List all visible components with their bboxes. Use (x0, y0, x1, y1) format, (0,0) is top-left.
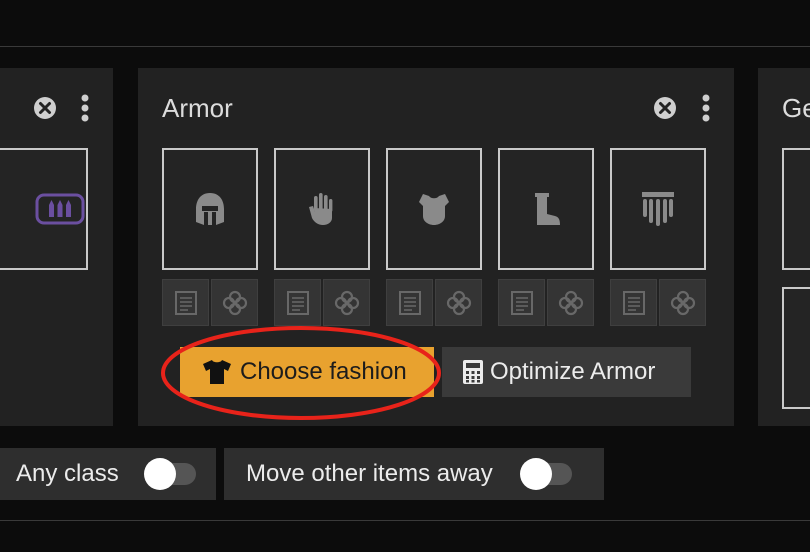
mod-page-icon (286, 290, 309, 315)
chest-mod-slot[interactable] (386, 279, 433, 326)
optimize-armor-button[interactable]: Optimize Armor (442, 347, 691, 397)
move-items-toggle[interactable] (520, 458, 572, 490)
optimize-armor-label: Optimize Armor (490, 358, 656, 385)
armor-card-title: Armor (162, 93, 233, 123)
legs-ornament-slot[interactable] (547, 279, 594, 326)
mod-page-icon (174, 290, 197, 315)
any-class-label: Any class (16, 460, 119, 487)
gauntlet-icon (309, 193, 333, 225)
chest-slot[interactable] (386, 148, 482, 270)
move-items-filter[interactable]: Move other items away (224, 448, 604, 500)
top-divider (0, 46, 810, 47)
boot-icon (535, 193, 560, 225)
close-icon[interactable] (33, 96, 57, 125)
chest-armor-icon (419, 194, 449, 225)
toggle-knob (520, 458, 552, 490)
mod-page-icon (398, 290, 421, 315)
mod-page-icon (622, 290, 645, 315)
legs-mod-slot[interactable] (498, 279, 545, 326)
ornament-knot-icon (446, 290, 471, 315)
calculator-icon (463, 360, 483, 384)
highlight-ellipse (161, 326, 441, 420)
class-item-icon (642, 192, 674, 226)
close-icon[interactable] (653, 96, 677, 125)
right-card-slot-2[interactable] (782, 287, 810, 409)
helmet-ornament-slot[interactable] (211, 279, 258, 326)
ornament-knot-icon (334, 290, 359, 315)
bottom-divider (0, 520, 810, 521)
class-item-mod-slot[interactable] (610, 279, 657, 326)
helmet-slot[interactable] (162, 148, 258, 270)
toggle-knob (144, 458, 176, 490)
any-class-filter[interactable]: Any class (0, 448, 216, 500)
move-items-label: Move other items away (246, 460, 493, 487)
ammo-slot[interactable] (0, 148, 88, 270)
ornament-knot-icon (222, 290, 247, 315)
chest-ornament-slot[interactable] (435, 279, 482, 326)
left-card-partial (0, 68, 113, 426)
gauntlets-slot[interactable] (274, 148, 370, 270)
legs-slot[interactable] (498, 148, 594, 270)
more-options-icon[interactable] (80, 94, 90, 127)
helmet-icon (196, 193, 224, 225)
mod-page-icon (510, 290, 533, 315)
any-class-toggle[interactable] (144, 458, 196, 490)
gauntlets-ornament-slot[interactable] (323, 279, 370, 326)
ammo-icon (35, 193, 85, 225)
helmet-mod-slot[interactable] (162, 279, 209, 326)
right-card-partial: Ge (758, 68, 810, 426)
ornament-knot-icon (670, 290, 695, 315)
right-card-title: Ge (782, 93, 810, 123)
class-item-ornament-slot[interactable] (659, 279, 706, 326)
more-options-icon[interactable] (701, 94, 711, 127)
right-card-slot-1[interactable] (782, 148, 810, 270)
class-item-slot[interactable] (610, 148, 706, 270)
gauntlets-mod-slot[interactable] (274, 279, 321, 326)
ornament-knot-icon (558, 290, 583, 315)
